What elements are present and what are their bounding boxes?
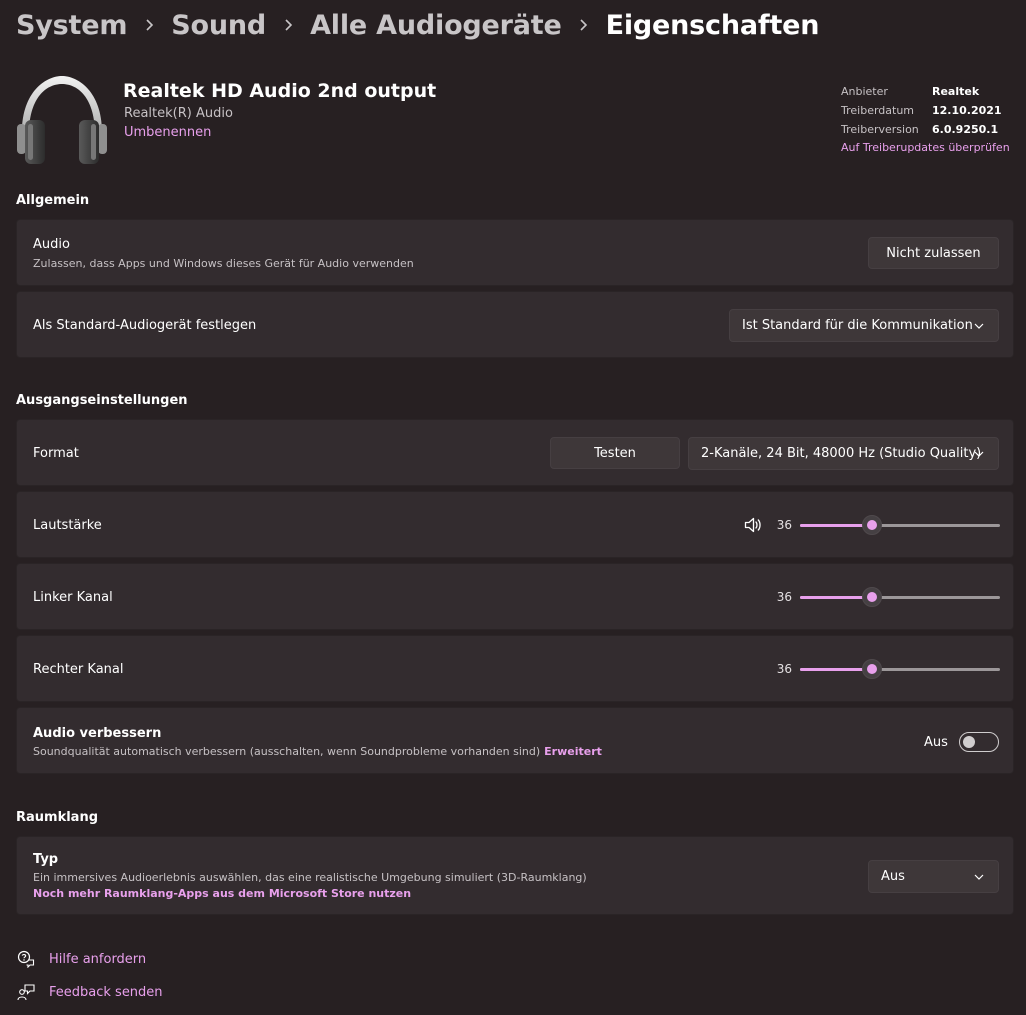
- spatial-type-description: Ein immersives Audioerlebnis auswählen, …: [33, 871, 587, 884]
- rename-link[interactable]: Umbenennen: [124, 125, 211, 140]
- volume-label: Lautstärke: [33, 518, 102, 533]
- driver-info-value: Realtek: [932, 85, 980, 98]
- section-title-spatial: Raumklang: [16, 810, 99, 825]
- audio-enhance-label: Audio verbessern: [33, 726, 162, 741]
- audio-enhance-toggle[interactable]: [959, 732, 999, 752]
- audio-enhance-description-text: Soundqualität automatisch verbessern (au…: [33, 745, 541, 758]
- slider-thumb[interactable]: [862, 659, 882, 679]
- feedback-link[interactable]: Feedback senden: [16, 982, 163, 1002]
- driver-update-link[interactable]: Auf Treiberupdates überprüfen: [841, 141, 1010, 154]
- chevron-down-icon: [974, 451, 984, 457]
- help-label: Hilfe anfordern: [49, 951, 147, 967]
- default-device-label: Als Standard-Audiogerät festlegen: [33, 318, 257, 333]
- chevron-down-icon: [974, 323, 984, 329]
- breadcrumb-system[interactable]: System: [16, 10, 127, 41]
- right-channel-value: 36: [776, 662, 792, 676]
- right-channel-card: Rechter Kanal 36: [16, 635, 1014, 702]
- spatial-type-card: Typ Ein immersives Audioerlebnis auswähl…: [16, 836, 1014, 915]
- help-icon: [16, 949, 36, 969]
- headphones-icon: [16, 72, 108, 166]
- volume-value: 36: [776, 518, 792, 532]
- chevron-down-icon: [974, 874, 984, 880]
- breadcrumb: System Sound Alle Audiogeräte Eigenschaf…: [16, 5, 819, 45]
- device-name: Realtek HD Audio 2nd output: [123, 80, 437, 102]
- feedback-icon: [16, 982, 36, 1002]
- driver-info-value: 6.0.9250.1: [932, 123, 999, 136]
- driver-info-key: Treiberdatum: [841, 104, 915, 117]
- driver-info-version: Treiberversion 6.0.9250.1: [841, 122, 998, 138]
- driver-info-value: 12.10.2021: [932, 104, 1002, 117]
- chevron-right-icon: [127, 18, 171, 32]
- audio-allow-card: Audio Zulassen, dass Apps und Windows di…: [16, 219, 1014, 286]
- driver-info-key: Treiberversion: [841, 123, 919, 136]
- chevron-right-icon: [266, 18, 310, 32]
- right-channel-label: Rechter Kanal: [33, 662, 124, 677]
- left-channel-card: Linker Kanal 36: [16, 563, 1014, 630]
- audio-description: Zulassen, dass Apps und Windows dieses G…: [33, 257, 414, 270]
- section-title-output: Ausgangseinstellungen: [16, 393, 188, 408]
- spatial-type-selected: Aus: [881, 869, 905, 884]
- audio-enhance-state: Aus: [924, 735, 948, 750]
- device-subtitle: Realtek(R) Audio: [124, 106, 233, 121]
- breadcrumb-properties: Eigenschaften: [605, 9, 820, 41]
- left-channel-value: 36: [776, 590, 792, 604]
- help-link[interactable]: Hilfe anfordern: [16, 949, 146, 969]
- advanced-link[interactable]: Erweitert: [544, 745, 602, 758]
- breadcrumb-all-audio-devices[interactable]: Alle Audiogeräte: [310, 10, 562, 41]
- default-device-dropdown[interactable]: Ist Standard für die Kommunikation: [729, 309, 999, 342]
- breadcrumb-sound[interactable]: Sound: [171, 10, 266, 41]
- speaker-icon[interactable]: [744, 517, 762, 533]
- volume-card: Lautstärke 36: [16, 491, 1014, 558]
- volume-slider[interactable]: [800, 515, 1000, 535]
- format-dropdown[interactable]: 2-Kanäle, 24 Bit, 48000 Hz (Studio Quali…: [688, 437, 999, 470]
- right-channel-slider[interactable]: [800, 659, 1000, 679]
- format-selected: 2-Kanäle, 24 Bit, 48000 Hz (Studio Quali…: [701, 446, 982, 461]
- format-card: Format Testen 2-Kanäle, 24 Bit, 48000 Hz…: [16, 419, 1014, 486]
- left-channel-label: Linker Kanal: [33, 590, 113, 605]
- default-device-selected: Ist Standard für die Kommunikation: [742, 318, 973, 333]
- audio-enhance-card: Audio verbessern Soundqualität automatis…: [16, 707, 1014, 774]
- driver-info-vendor: Anbieter Realtek: [841, 84, 979, 100]
- default-device-card: Als Standard-Audiogerät festlegen Ist St…: [16, 291, 1014, 358]
- audio-label: Audio: [33, 237, 70, 252]
- spatial-type-label: Typ: [33, 852, 59, 867]
- microsoft-store-link[interactable]: Noch mehr Raumklang-Apps aus dem Microso…: [33, 887, 411, 900]
- section-title-general: Allgemein: [16, 193, 90, 208]
- slider-thumb[interactable]: [862, 587, 882, 607]
- disallow-button[interactable]: Nicht zulassen: [868, 237, 999, 269]
- left-channel-slider[interactable]: [800, 587, 1000, 607]
- audio-enhance-description: Soundqualität automatisch verbessern (au…: [33, 745, 602, 758]
- chevron-right-icon: [562, 18, 606, 32]
- driver-info-key: Anbieter: [841, 85, 888, 98]
- slider-thumb[interactable]: [862, 515, 882, 535]
- spatial-type-dropdown[interactable]: Aus: [868, 860, 999, 893]
- driver-info-date: Treiberdatum 12.10.2021: [841, 103, 1002, 119]
- toggle-knob: [963, 736, 975, 748]
- feedback-label: Feedback senden: [49, 984, 163, 1000]
- test-button[interactable]: Testen: [550, 437, 680, 469]
- format-label: Format: [33, 446, 79, 461]
